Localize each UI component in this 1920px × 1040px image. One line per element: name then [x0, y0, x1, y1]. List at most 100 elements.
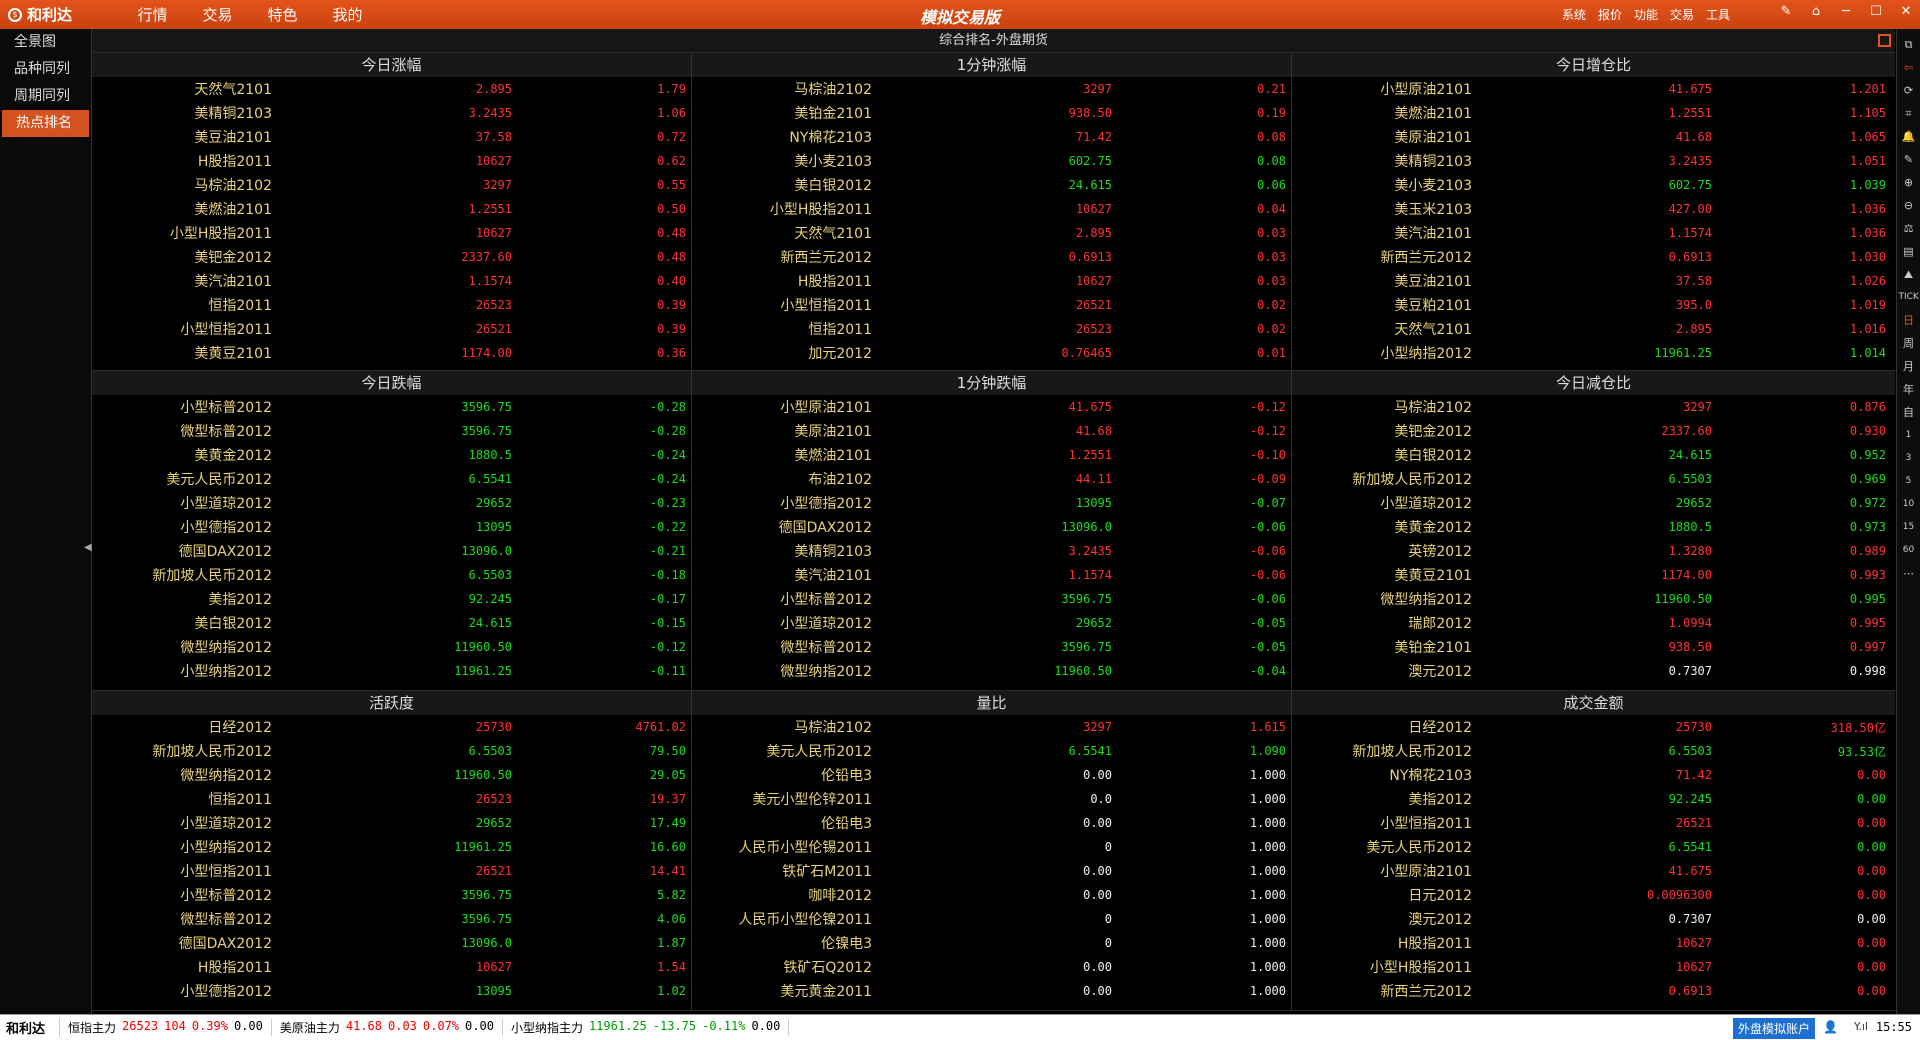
edit-icon[interactable]: ✎: [1778, 4, 1794, 19]
table-row[interactable]: 小型德指2012 13095 -0.22: [92, 515, 691, 539]
table-row[interactable]: 美小麦2103 602.75 0.08: [692, 149, 1291, 173]
ticker-item[interactable]: 小型纳指主力 11961.25 -13.75 -0.11% 0.00: [503, 1019, 790, 1036]
table-row[interactable]: 美铂金2101 938.50 0.19: [692, 101, 1291, 125]
table-row[interactable]: 小型恒指2011 26521 14.41: [92, 859, 691, 883]
table-row[interactable]: 美汽油2101 1.1574 -0.06: [692, 563, 1291, 587]
year-label[interactable]: 年: [1899, 378, 1919, 401]
close-icon[interactable]: ✕: [1898, 4, 1914, 19]
menu-item-function[interactable]: 功能: [1634, 6, 1658, 23]
week-label[interactable]: 周: [1899, 332, 1919, 355]
table-row[interactable]: 新加坡人民币2012 6.5503 -0.18: [92, 563, 691, 587]
table-row[interactable]: 恒指2011 26523 19.37: [92, 787, 691, 811]
table-row[interactable]: 小型纳指2012 11961.25 -0.11: [92, 659, 691, 683]
menu-item-quote[interactable]: 报价: [1598, 6, 1622, 23]
pen-icon[interactable]: ✎: [1899, 148, 1919, 171]
table-row[interactable]: 美原油2101 41.68 1.065: [1292, 125, 1895, 149]
chart-icon[interactable]: ⛰: [1899, 263, 1919, 286]
table-row[interactable]: NY棉花2103 71.42 0.08: [692, 125, 1291, 149]
table-row[interactable]: 小型原油2101 41.675 1.201: [1292, 77, 1895, 101]
table-row[interactable]: 新加坡人民币2012 6.5503 0.969: [1292, 467, 1895, 491]
table-row[interactable]: 加元2012 0.76465 0.01: [692, 341, 1291, 365]
table-row[interactable]: 咖啡2012 0.00 1.000: [692, 883, 1291, 907]
menu-item-market[interactable]: 行情: [120, 4, 185, 25]
table-row[interactable]: 日经2012 25730 318.50亿: [1292, 715, 1895, 739]
table-row[interactable]: 伦铅电3 0.00 1.000: [692, 763, 1291, 787]
collapse-arrow-icon[interactable]: ◀: [84, 542, 92, 553]
table-row[interactable]: 恒指2011 26523 0.39: [92, 293, 691, 317]
table-row[interactable]: 美玉米2103 427.00 1.036: [1292, 197, 1895, 221]
table-row[interactable]: 美白银2012 24.615 0.952: [1292, 443, 1895, 467]
table-row[interactable]: 美小麦2103 602.75 1.039: [1292, 173, 1895, 197]
table-row[interactable]: 伦铅电3 0.00 1.000: [692, 811, 1291, 835]
table-row[interactable]: 小型纳指2012 11961.25 1.014: [1292, 341, 1895, 365]
table-row[interactable]: 美钯金2012 2337.60 0.930: [1292, 419, 1895, 443]
table-row[interactable]: 美元小型伦锌2011 0.0 1.000: [692, 787, 1291, 811]
table-row[interactable]: 德国DAX2012 13096.0 1.87: [92, 931, 691, 955]
menu-item-system[interactable]: 系统: [1562, 6, 1586, 23]
table-row[interactable]: 小型道琼2012 29652 -0.23: [92, 491, 691, 515]
table-row[interactable]: 澳元2012 0.7307 0.998: [1292, 659, 1895, 683]
day-label[interactable]: 日: [1899, 309, 1919, 332]
table-row[interactable]: 新西兰元2012 0.6913 0.00: [1292, 979, 1895, 1003]
table-row[interactable]: 美豆油2101 37.58 1.026: [1292, 269, 1895, 293]
table-row[interactable]: 小型H股指2011 10627 0.48: [92, 221, 691, 245]
table-row[interactable]: 新加坡人民币2012 6.5503 93.53亿: [1292, 739, 1895, 763]
ticker-item[interactable]: 美原油主力 41.68 0.03 0.07% 0.00: [272, 1019, 503, 1036]
table-row[interactable]: 小型H股指2011 10627 0.00: [1292, 955, 1895, 979]
maximize-icon[interactable]: ☐: [1868, 4, 1884, 19]
table-row[interactable]: 布油2102 44.11 -0.09: [692, 467, 1291, 491]
table-row[interactable]: 小型标普2012 3596.75 -0.28: [92, 395, 691, 419]
table-row[interactable]: 马棕油2102 3297 1.615: [692, 715, 1291, 739]
table-row[interactable]: 微型标普2012 3596.75 4.06: [92, 907, 691, 931]
window-icon[interactable]: ⧉: [1899, 33, 1919, 56]
crop-icon[interactable]: ⌗: [1899, 102, 1919, 125]
bell-icon[interactable]: 🔔: [1899, 125, 1919, 148]
table-row[interactable]: 美元人民币2012 6.5541 1.090: [692, 739, 1291, 763]
table-row[interactable]: 美汽油2101 1.1574 0.40: [92, 269, 691, 293]
table-row[interactable]: 天然气2101 2.895 1.79: [92, 77, 691, 101]
nav-item-variety-compare[interactable]: 品种同列: [0, 56, 91, 83]
table-row[interactable]: 小型原油2101 41.675 -0.12: [692, 395, 1291, 419]
period-5[interactable]: 5: [1899, 470, 1919, 493]
table-row[interactable]: 小型德指2012 13095 1.02: [92, 979, 691, 1003]
skin-icon[interactable]: ⌂: [1808, 4, 1824, 19]
menu-item-tools[interactable]: 工具: [1706, 6, 1730, 23]
table-row[interactable]: 瑞郎2012 1.0994 0.995: [1292, 611, 1895, 635]
menu-item-trade[interactable]: 交易: [185, 4, 250, 25]
nav-item-overview[interactable]: 全景图: [0, 29, 91, 56]
table-row[interactable]: 美精铜2103 3.2435 -0.06: [692, 539, 1291, 563]
period-1[interactable]: 1: [1899, 424, 1919, 447]
zoom-in-icon[interactable]: ⊕: [1899, 171, 1919, 194]
table-row[interactable]: 美白银2012 24.615 -0.15: [92, 611, 691, 635]
back-icon[interactable]: ⇦: [1899, 56, 1919, 79]
table-row[interactable]: 美钯金2012 2337.60 0.48: [92, 245, 691, 269]
tick-label[interactable]: TICK: [1899, 286, 1919, 309]
table-row[interactable]: H股指2011 10627 1.54: [92, 955, 691, 979]
table-row[interactable]: 小型恒指2011 26521 0.39: [92, 317, 691, 341]
table-row[interactable]: 天然气2101 2.895 0.03: [692, 221, 1291, 245]
period-60[interactable]: 60: [1899, 539, 1919, 562]
table-row[interactable]: 小型恒指2011 26521 0.00: [1292, 811, 1895, 835]
nav-item-period-compare[interactable]: 周期同列: [0, 83, 91, 110]
table-row[interactable]: 微型标普2012 3596.75 -0.28: [92, 419, 691, 443]
table-row[interactable]: 天然气2101 2.895 1.016: [1292, 317, 1895, 341]
table-row[interactable]: 小型道琼2012 29652 0.972: [1292, 491, 1895, 515]
table-row[interactable]: 德国DAX2012 13096.0 -0.06: [692, 515, 1291, 539]
table-row[interactable]: 美燃油2101 1.2551 0.50: [92, 197, 691, 221]
table-row[interactable]: 美指2012 92.245 0.00: [1292, 787, 1895, 811]
menu-item-trade-right[interactable]: 交易: [1670, 6, 1694, 23]
table-row[interactable]: 美铂金2101 938.50 0.997: [1292, 635, 1895, 659]
minimize-icon[interactable]: ─: [1838, 4, 1854, 19]
table-row[interactable]: 铁矿石Q2012 0.00 1.000: [692, 955, 1291, 979]
table-row[interactable]: H股指2011 10627 0.03: [692, 269, 1291, 293]
table-row[interactable]: 美黄豆2101 1174.00 0.993: [1292, 563, 1895, 587]
table-row[interactable]: 小型标普2012 3596.75 -0.06: [692, 587, 1291, 611]
table-row[interactable]: 恒指2011 26523 0.02: [692, 317, 1291, 341]
table-row[interactable]: 微型纳指2012 11960.50 -0.12: [92, 635, 691, 659]
table-row[interactable]: 人民币小型伦锡2011 0 1.000: [692, 835, 1291, 859]
table-row[interactable]: 美指2012 92.245 -0.17: [92, 587, 691, 611]
table-row[interactable]: H股指2011 10627 0.62: [92, 149, 691, 173]
table-row[interactable]: 美黄金2012 1880.5 -0.24: [92, 443, 691, 467]
table-row[interactable]: 美元人民币2012 6.5541 0.00: [1292, 835, 1895, 859]
table-row[interactable]: 小型纳指2012 11961.25 16.60: [92, 835, 691, 859]
